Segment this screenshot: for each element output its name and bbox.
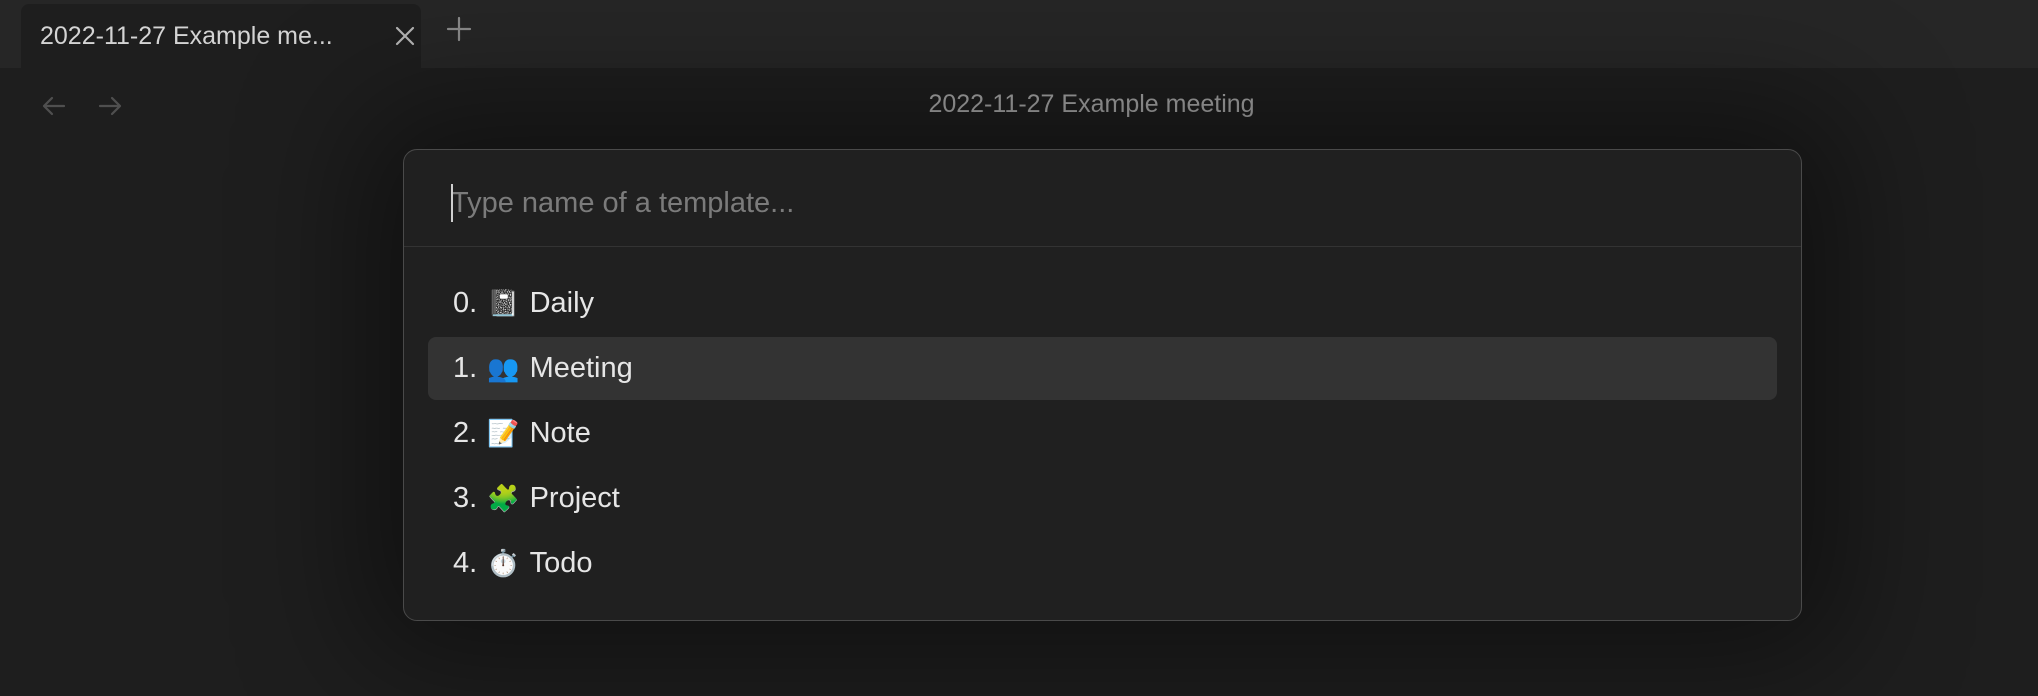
suggestion-list: 0. 📓 Daily 1. 👥 Meeting 2. 📝 Note 3. 🧩 P… (428, 272, 1777, 597)
template-search-input[interactable] (449, 178, 1751, 228)
suggestion-number: 4. (453, 547, 478, 579)
tab-active[interactable]: 2022-11-27 Example me... (21, 4, 421, 68)
suggestion-label: Note (529, 417, 591, 449)
suggestion-label: Project (529, 482, 620, 514)
suggestion-item-meeting[interactable]: 1. 👥 Meeting (428, 337, 1777, 400)
suggestion-number: 0. (453, 287, 478, 319)
suggestion-number: 1. (453, 352, 478, 384)
notebook-icon: 📓 (487, 288, 520, 318)
plus-icon[interactable] (444, 14, 474, 44)
suggestion-number: 3. (453, 482, 478, 514)
suggestion-number: 2. (453, 417, 478, 449)
suggestion-item-note[interactable]: 2. 📝 Note (428, 402, 1777, 465)
text-caret (451, 184, 453, 222)
close-icon[interactable] (393, 24, 417, 48)
suggestion-item-todo[interactable]: 4. ⏱️ Todo (428, 532, 1777, 595)
memo-icon: 📝 (487, 418, 520, 448)
suggestion-item-project[interactable]: 3. 🧩 Project (428, 467, 1777, 530)
suggestion-label: Meeting (529, 352, 633, 384)
template-picker-modal: 0. 📓 Daily 1. 👥 Meeting 2. 📝 Note 3. 🧩 P… (403, 149, 1802, 621)
suggestion-label: Todo (529, 547, 593, 579)
suggestion-item-daily[interactable]: 0. 📓 Daily (428, 272, 1777, 335)
puzzle-icon: 🧩 (487, 483, 520, 513)
stopwatch-icon: ⏱️ (487, 548, 520, 578)
tab-bar: 2022-11-27 Example me... (0, 0, 2038, 68)
page-title: 2022-11-27 Example meeting (928, 90, 1255, 118)
tab-title: 2022-11-27 Example me... (40, 22, 333, 50)
divider (404, 246, 1801, 247)
suggestion-label: Daily (529, 287, 595, 319)
people-icon: 👥 (487, 353, 520, 383)
